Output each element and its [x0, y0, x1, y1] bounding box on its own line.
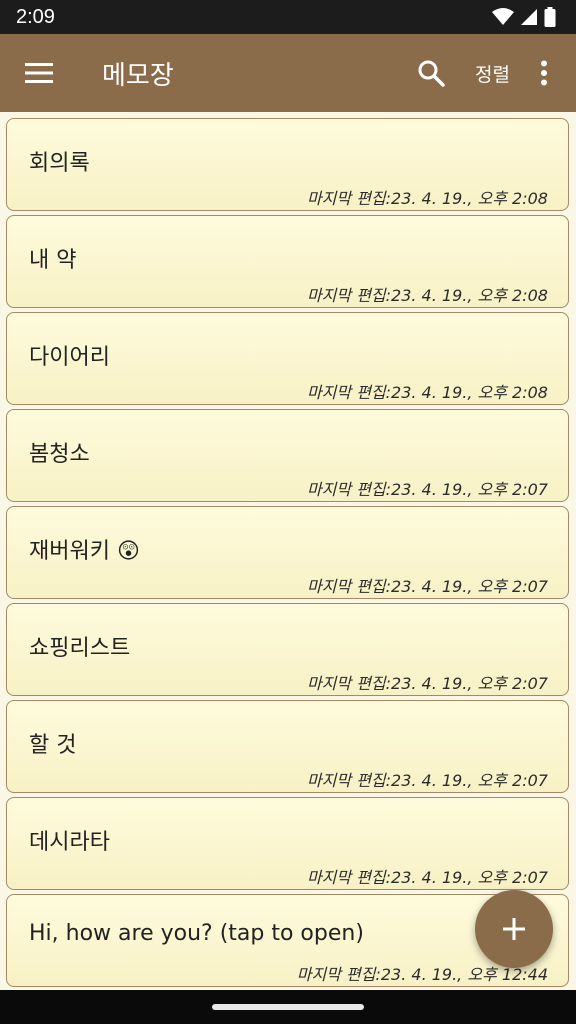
search-button[interactable] [409, 51, 453, 95]
memo-card[interactable]: 회의록 마지막 편집:23. 4. 19., 오후 2:08 [6, 118, 569, 211]
memo-title: 회의록 [29, 151, 90, 176]
memo-last-edited: 마지막 편집:23. 4. 19., 오후 2:08 [306, 383, 548, 402]
cell-signal-icon [521, 9, 537, 25]
memo-last-edited: 마지막 편집:23. 4. 19., 오후 2:07 [306, 771, 548, 790]
memo-card[interactable]: 할 것 마지막 편집:23. 4. 19., 오후 2:07 [6, 700, 569, 793]
memo-last-edited: 마지막 편집:23. 4. 19., 오후 2:08 [306, 286, 548, 305]
memo-card[interactable]: 데시라타 마지막 편집:23. 4. 19., 오후 2:07 [6, 797, 569, 890]
more-options-button[interactable] [526, 51, 562, 95]
memo-card[interactable]: 재버워키 😲 마지막 편집:23. 4. 19., 오후 2:07 [6, 506, 569, 599]
memo-card[interactable]: 내 약 마지막 편집:23. 4. 19., 오후 2:08 [6, 215, 569, 308]
memo-card[interactable]: 다이어리 마지막 편집:23. 4. 19., 오후 2:08 [6, 312, 569, 405]
menu-button[interactable] [17, 51, 61, 95]
memo-last-edited: 마지막 편집:23. 4. 19., 오후 2:07 [306, 868, 548, 887]
memo-title: 다이어리 [29, 345, 110, 370]
sort-button[interactable]: 정렬 [475, 60, 510, 87]
memo-last-edited: 마지막 편집:23. 4. 19., 오후 2:07 [306, 577, 548, 596]
memo-card[interactable]: 쇼핑리스트 마지막 편집:23. 4. 19., 오후 2:07 [6, 603, 569, 696]
memo-title: 데시라타 [29, 830, 110, 855]
app-title: 메모장 [102, 60, 174, 91]
memo-list[interactable]: 회의록 마지막 편집:23. 4. 19., 오후 2:08 내 약 마지막 편… [0, 112, 576, 990]
plus-icon [503, 918, 525, 940]
memo-last-edited: 마지막 편집:23. 4. 19., 오후 2:07 [306, 674, 548, 693]
memo-title: 봄청소 [29, 442, 90, 467]
add-memo-button[interactable] [475, 890, 553, 968]
status-icons [492, 7, 556, 27]
status-bar: 2:09 [0, 0, 576, 34]
more-vert-icon [541, 60, 547, 86]
status-time: 2:09 [16, 5, 55, 28]
memo-card[interactable]: 봄청소 마지막 편집:23. 4. 19., 오후 2:07 [6, 409, 569, 502]
home-indicator[interactable] [212, 1004, 364, 1010]
memo-title: Hi, how are you? (tap to open) [29, 921, 364, 946]
memo-last-edited: 마지막 편집:23. 4. 19., 오후 2:08 [306, 189, 548, 208]
app-bar: 메모장 정렬 [0, 34, 576, 112]
memo-title: 할 것 [29, 733, 77, 758]
battery-icon [544, 7, 556, 27]
memo-title: 쇼핑리스트 [29, 636, 131, 661]
hamburger-menu-icon [25, 63, 53, 83]
search-icon [418, 60, 445, 87]
wifi-icon [492, 8, 514, 25]
memo-last-edited: 마지막 편집:23. 4. 19., 오후 2:07 [306, 480, 548, 499]
system-nav-bar [0, 990, 576, 1024]
memo-title: 재버워키 😲 [29, 539, 140, 564]
memo-title: 내 약 [29, 248, 77, 273]
